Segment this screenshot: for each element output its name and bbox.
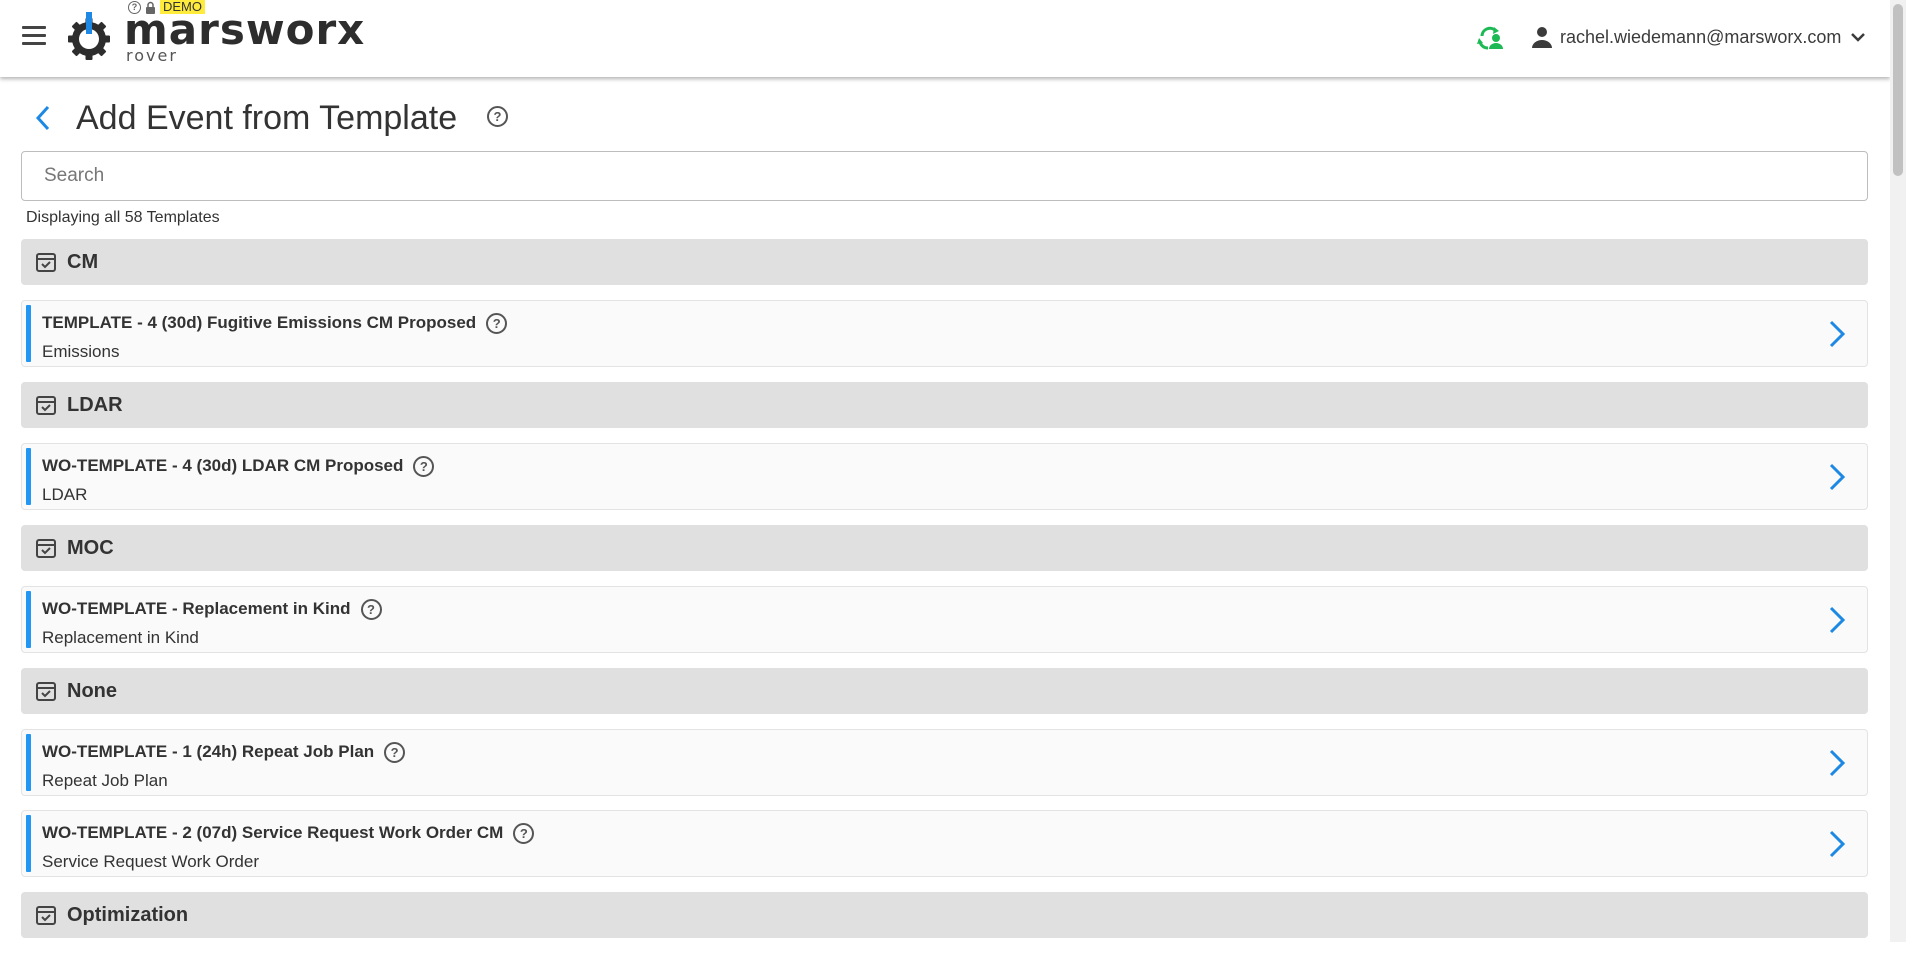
item-title: WO-TEMPLATE - 1 (24h) Repeat Job Plan <box>42 742 375 761</box>
item-title: WO-TEMPLATE - Replacement in Kind <box>42 599 351 618</box>
search-input[interactable] <box>22 152 1867 200</box>
group-header-optimization: Optimization <box>21 892 1868 938</box>
item-title-row: TEMPLATE - 4 (30d) Fugitive Emissions CM… <box>42 311 508 335</box>
item-title: WO-TEMPLATE - 4 (30d) LDAR CM Proposed <box>42 456 404 475</box>
chevron-right-icon[interactable] <box>1827 829 1847 859</box>
scrollbar[interactable] <box>1890 0 1906 942</box>
help-circle-icon[interactable]: ? <box>384 741 406 763</box>
group-header-none: None <box>21 668 1868 714</box>
item-title-row: WO-TEMPLATE - 4 (30d) LDAR CM Proposed ? <box>42 454 435 478</box>
template-item[interactable]: WO-TEMPLATE - 1 (24h) Repeat Job Plan ? … <box>21 729 1868 796</box>
user-email: rachel.wiedemann@marsworx.com <box>1560 26 1842 47</box>
item-accent <box>26 591 31 648</box>
sync-icon[interactable] <box>1476 24 1504 50</box>
calendar-check-icon <box>36 396 56 415</box>
marsworx-logo-icon <box>68 12 110 60</box>
item-title-row: WO-TEMPLATE - 1 (24h) Repeat Job Plan ? <box>42 740 406 764</box>
item-subtitle: Emissions <box>42 342 120 361</box>
group-header-cm: CM <box>21 239 1868 285</box>
template-list: CM TEMPLATE - 4 (30d) Fugitive Emissions… <box>21 239 1868 953</box>
item-accent <box>26 448 31 505</box>
page-title: Add Event from Template <box>76 99 458 137</box>
template-count: Displaying all 58 Templates <box>26 209 220 226</box>
app-bar: ? DEMO marsworx rover rachel.wiedemann@m… <box>0 0 1890 77</box>
item-title-row: WO-TEMPLATE - Replacement in Kind ? <box>42 597 382 621</box>
template-item[interactable]: WO-TEMPLATE - Replacement in Kind ? Repl… <box>21 586 1868 653</box>
item-accent <box>26 734 31 791</box>
item-subtitle: Repeat Job Plan <box>42 771 168 790</box>
group-header-moc: MOC <box>21 525 1868 571</box>
group-label: MOC <box>67 536 114 559</box>
chevron-right-icon[interactable] <box>1827 748 1847 778</box>
item-accent <box>26 305 31 362</box>
chevron-right-icon[interactable] <box>1827 319 1847 349</box>
item-accent <box>26 815 31 872</box>
logo-subtitle: rover <box>126 46 178 65</box>
help-circle-icon[interactable]: ? <box>360 598 382 620</box>
calendar-check-icon <box>36 253 56 272</box>
user-menu[interactable]: rachel.wiedemann@marsworx.com <box>1530 22 1869 52</box>
search-field[interactable] <box>21 151 1868 201</box>
scrollbar-thumb[interactable] <box>1893 4 1903 176</box>
template-item[interactable]: WO-TEMPLATE - 4 (30d) LDAR CM Proposed ?… <box>21 443 1868 510</box>
item-title: TEMPLATE - 4 (30d) Fugitive Emissions CM… <box>42 313 477 332</box>
chevron-down-icon[interactable] <box>1847 26 1869 48</box>
help-circle-icon[interactable]: ? <box>513 822 535 844</box>
chevron-left-icon[interactable] <box>30 102 54 134</box>
help-circle-icon[interactable]: ? <box>487 106 508 127</box>
calendar-check-icon <box>36 539 56 558</box>
item-subtitle: Service Request Work Order <box>42 852 259 871</box>
group-label: None <box>67 679 117 702</box>
calendar-check-icon <box>36 906 56 925</box>
group-label: LDAR <box>67 393 123 416</box>
account-icon <box>1532 27 1552 48</box>
item-title: WO-TEMPLATE - 2 (07d) Service Request Wo… <box>42 823 504 842</box>
calendar-check-icon <box>36 682 56 701</box>
help-circle-icon[interactable]: ? <box>413 455 435 477</box>
help-circle-icon[interactable]: ? <box>486 312 508 334</box>
chevron-right-icon[interactable] <box>1827 462 1847 492</box>
item-subtitle: Replacement in Kind <box>42 628 199 647</box>
item-title-row: WO-TEMPLATE - 2 (07d) Service Request Wo… <box>42 821 535 845</box>
group-header-ldar: LDAR <box>21 382 1868 428</box>
group-label: CM <box>67 250 99 273</box>
group-label: Optimization <box>67 903 189 926</box>
chevron-right-icon[interactable] <box>1827 605 1847 635</box>
template-item[interactable]: TEMPLATE - 4 (30d) Fugitive Emissions CM… <box>21 300 1868 367</box>
template-item[interactable]: WO-TEMPLATE - 2 (07d) Service Request Wo… <box>21 810 1868 877</box>
item-subtitle: LDAR <box>42 485 88 504</box>
hamburger-menu-icon[interactable] <box>22 26 48 46</box>
